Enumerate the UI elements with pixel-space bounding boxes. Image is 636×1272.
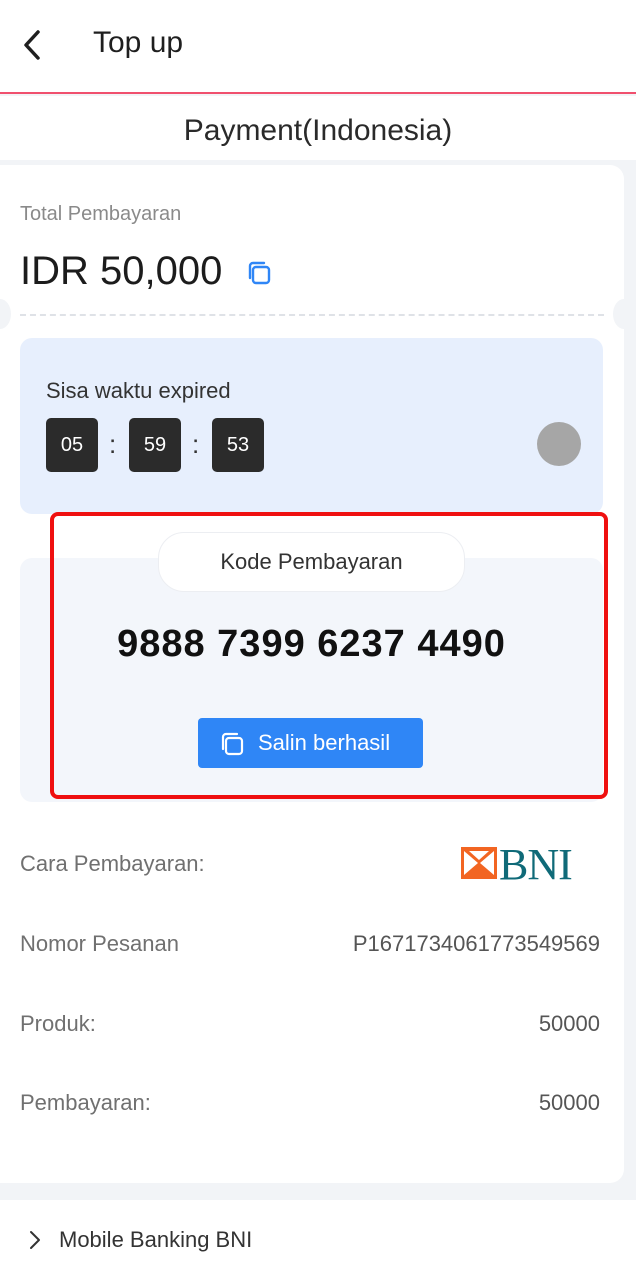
- copy-icon: [221, 732, 244, 756]
- bni-logo: BNI: [461, 840, 589, 889]
- order-number-value: P1671734061773549569: [352, 931, 600, 956]
- back-button[interactable]: [18, 28, 48, 62]
- chevron-right-icon: [30, 1231, 40, 1249]
- instruction-item-label: Mobile Banking BNI: [59, 1227, 253, 1252]
- payment-card: Total Pembayaran IDR 50,000 Sisa waktu e…: [0, 165, 635, 1183]
- timer-seconds: 53: [212, 418, 264, 472]
- bni-logo-text: BNI: [499, 840, 573, 889]
- expiry-timer-box: Sisa waktu expired 05 : 59 : 53: [20, 338, 603, 514]
- page-title: Payment(Indonesia): [0, 96, 636, 160]
- instruction-item[interactable]: Mobile Banking BNI: [0, 1200, 636, 1272]
- divider: [20, 314, 604, 316]
- timer-separator: :: [109, 429, 117, 459]
- copy-icon: [248, 261, 271, 285]
- ticket-notch: [613, 299, 635, 329]
- timer-hours: 05: [46, 418, 98, 472]
- payment-code-number: 9888 7399 6237 4490: [117, 623, 506, 665]
- total-payment-amount: IDR 50,000: [20, 249, 223, 293]
- product-label: Produk:: [20, 1011, 96, 1036]
- top-bar: Top up: [0, 0, 636, 94]
- timer-minutes: 59: [129, 418, 181, 472]
- payment-code-label: Kode Pembayaran: [158, 532, 465, 592]
- payment-method-label: Cara Pembayaran:: [20, 851, 205, 876]
- copy-amount-button[interactable]: [245, 259, 273, 287]
- ticket-notch: [0, 299, 11, 329]
- expiry-timer-label: Sisa waktu expired: [46, 378, 231, 403]
- payment-amount-label: Pembayaran:: [20, 1090, 151, 1115]
- order-number-label: Nomor Pesanan: [20, 931, 179, 956]
- payment-code-box: Kode Pembayaran 9888 7399 6237 4490 Sali…: [20, 532, 603, 802]
- product-value: 50000: [538, 1011, 600, 1036]
- bni-mark-icon: [461, 847, 497, 879]
- chevron-left-icon: [24, 30, 40, 60]
- timer-separator: :: [192, 429, 200, 459]
- status-indicator: [537, 422, 581, 466]
- copy-code-button-label: Salin berhasil: [258, 730, 391, 755]
- copy-code-button[interactable]: Salin berhasil: [198, 718, 423, 768]
- top-bar-title: Top up: [93, 26, 184, 59]
- total-payment-label: Total Pembayaran: [20, 203, 182, 225]
- payment-amount-value: 50000: [538, 1090, 600, 1115]
